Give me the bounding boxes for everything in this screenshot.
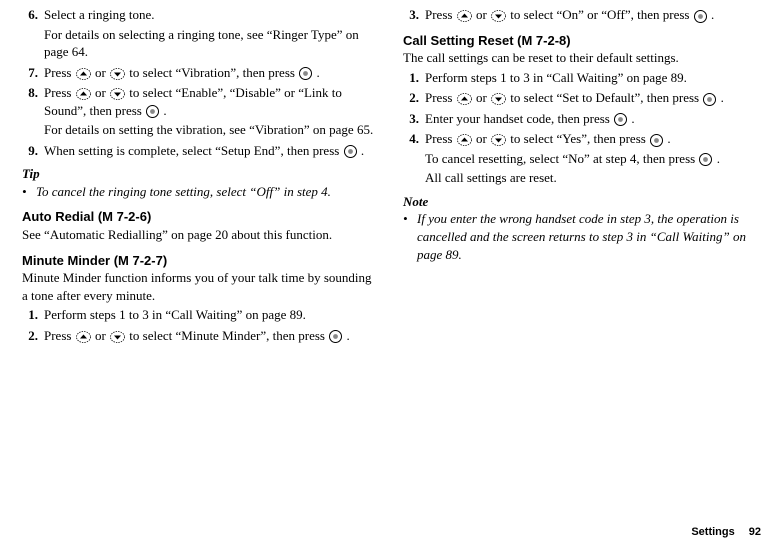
note-label: Note [403,193,758,211]
step-7: 7. Press or to select “Vibration”, then … [22,64,377,82]
step-number: 2. [403,89,425,107]
text: . [358,143,365,158]
ok-icon [694,10,707,23]
down-icon [110,88,125,100]
tip-label: Tip [22,165,377,183]
down-icon [491,93,506,105]
reset-step-2: 2. Press or to select “Set to Default”, … [403,89,758,107]
note-text: If you enter the wrong handset code in s… [417,210,758,263]
text: . [664,131,671,146]
text: Press [425,131,456,146]
text: . [628,111,635,126]
text: . [160,103,167,118]
body-text: The call settings can be reset to their … [403,49,758,67]
text: . [717,90,724,105]
ok-icon [650,134,663,147]
step-subtext: For details on selecting a ringing tone,… [44,26,377,61]
bullet: • [403,210,417,263]
ok-icon [614,113,627,126]
up-icon [76,88,91,100]
text: Press [44,85,75,100]
down-icon [491,134,506,146]
ok-icon [329,330,342,343]
text: or [92,65,109,80]
footer-page: 92 [749,526,761,538]
text: . [343,328,350,343]
text: To cancel resetting, select “No” at step… [425,151,698,166]
up-icon [457,93,472,105]
step-text: Perform steps 1 to 3 in “Call Waiting” o… [425,69,758,87]
step-text: Select a ringing tone. [44,6,377,24]
step-subtext: All call settings are reset. [425,169,758,187]
bullet: • [22,183,36,201]
text: . [713,151,720,166]
text: to select “Minute Minder”, then press [126,328,328,343]
text: Press [44,65,75,80]
heading-minute-minder: Minute Minder (M 7-2-7) [22,252,377,270]
step-number: 6. [22,6,44,61]
mm-step-2: 2. Press or to select “Minute Minder”, t… [22,327,377,345]
heading-call-setting-reset: Call Setting Reset (M 7-2-8) [403,32,758,50]
note-body: • If you enter the wrong handset code in… [403,210,758,263]
text: to select “Yes”, then press [507,131,649,146]
text: to select “On” or “Off”, then press [507,7,693,22]
ok-icon [344,145,357,158]
left-column: 6. Select a ringing tone. For details on… [22,6,377,347]
text: Press [44,328,75,343]
footer-section: Settings [691,526,734,538]
step-number: 4. [403,130,425,187]
mm-step-1: 1. Perform steps 1 to 3 in “Call Waiting… [22,306,377,324]
down-icon [110,68,125,80]
down-icon [491,10,506,22]
text: or [473,7,490,22]
reset-step-4: 4. Press or to select “Yes”, then press … [403,130,758,187]
step-number: 3. [403,6,425,24]
text: . [708,7,715,22]
ok-icon [699,153,712,166]
step-number: 1. [403,69,425,87]
page-footer: Settings 92 [691,525,761,540]
text: Enter your handset code, then press [425,111,613,126]
up-icon [457,10,472,22]
step-text: Perform steps 1 to 3 in “Call Waiting” o… [44,306,377,324]
step-subtext: For details on setting the vibration, se… [44,121,377,139]
reset-step-3: 3. Enter your handset code, then press . [403,110,758,128]
ok-icon [299,67,312,80]
step-number: 1. [22,306,44,324]
right-column: 3. Press or to select “On” or “Off”, the… [403,6,758,347]
text: or [92,328,109,343]
text: to select “Set to Default”, then press [507,90,702,105]
ok-icon [703,93,716,106]
text: or [92,85,109,100]
step-number: 3. [403,110,425,128]
text: . [313,65,320,80]
step-6: 6. Select a ringing tone. For details on… [22,6,377,61]
reset-step-1: 1. Perform steps 1 to 3 in “Call Waiting… [403,69,758,87]
mm-step-3: 3. Press or to select “On” or “Off”, the… [403,6,758,24]
text: or [473,90,490,105]
text: or [473,131,490,146]
tip-body: • To cancel the ringing tone setting, se… [22,183,377,201]
step-number: 2. [22,327,44,345]
step-9: 9. When setting is complete, select “Set… [22,142,377,160]
step-8: 8. Press or to select “Enable”, “Disable… [22,84,377,139]
text: Press [425,7,456,22]
up-icon [76,68,91,80]
ok-icon [146,105,159,118]
text: When setting is complete, select “Setup … [44,143,343,158]
body-text: Minute Minder function informs you of yo… [22,269,377,304]
down-icon [110,331,125,343]
step-number: 9. [22,142,44,160]
step-number: 8. [22,84,44,139]
heading-auto-redial: Auto Redial (M 7-2-6) [22,208,377,226]
tip-text: To cancel the ringing tone setting, sele… [36,183,331,201]
text: to select “Vibration”, then press [126,65,298,80]
up-icon [76,331,91,343]
text: Press [425,90,456,105]
body-text: See “Automatic Redialling” on page 20 ab… [22,226,377,244]
step-number: 7. [22,64,44,82]
up-icon [457,134,472,146]
